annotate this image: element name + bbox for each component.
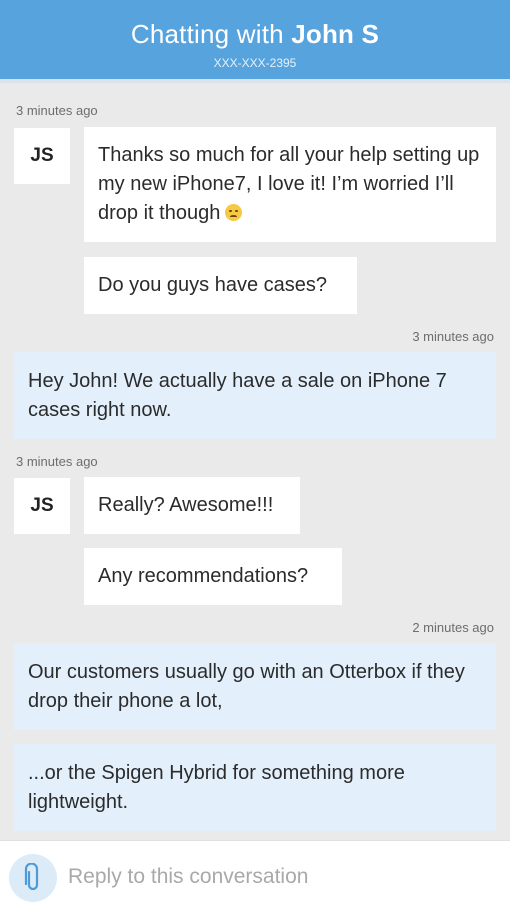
message-timestamp: 3 minutes ago — [412, 329, 494, 344]
chat-header: Chatting with John S XXX-XXX-2395 — [0, 0, 510, 83]
message-text: Hey John! We actually have a sale on iPh… — [28, 369, 447, 421]
avatar: JS — [14, 128, 70, 184]
contact-phone: XXX-XXX-2395 — [213, 56, 297, 70]
message-text: Any recommendations? — [98, 565, 309, 587]
agent-message-bubble: Our customers usually go with an Otterbo… — [14, 643, 496, 730]
reply-bar — [0, 840, 510, 907]
avatar: JS — [14, 478, 70, 534]
message-text: Do you guys have cases? — [98, 274, 328, 296]
message-text: ...or the Spigen Hybrid for something mo… — [28, 761, 405, 813]
customer-message-bubble: Really? Awesome!!! — [84, 477, 300, 534]
reply-input[interactable] — [66, 859, 490, 895]
message-timestamp: 3 minutes ago — [16, 103, 98, 118]
chat-title: Chatting with John S — [130, 19, 380, 49]
message-timestamp: 2 minutes ago — [412, 620, 494, 635]
message-text: Really? Awesome!!! — [98, 494, 274, 516]
message-text: Thanks so much for all your help setting… — [98, 144, 480, 224]
agent-message-bubble: Hey John! We actually have a sale on iPh… — [14, 352, 496, 439]
message-text: Our customers usually go with an Otterbo… — [28, 660, 465, 712]
message-timestamp: 3 minutes ago — [16, 454, 98, 469]
customer-message-bubble: Any recommendations? — [84, 548, 342, 605]
agent-message-bubble: ...or the Spigen Hybrid for something mo… — [14, 744, 496, 831]
contact-name: John S — [291, 19, 380, 49]
disappointed-face-emoji — [225, 204, 243, 221]
paperclip-icon — [24, 863, 39, 891]
customer-message-bubble: Thanks so much for all your help setting… — [84, 127, 496, 242]
customer-message-bubble: Do you guys have cases? — [84, 257, 357, 314]
attach-button[interactable] — [9, 854, 57, 902]
